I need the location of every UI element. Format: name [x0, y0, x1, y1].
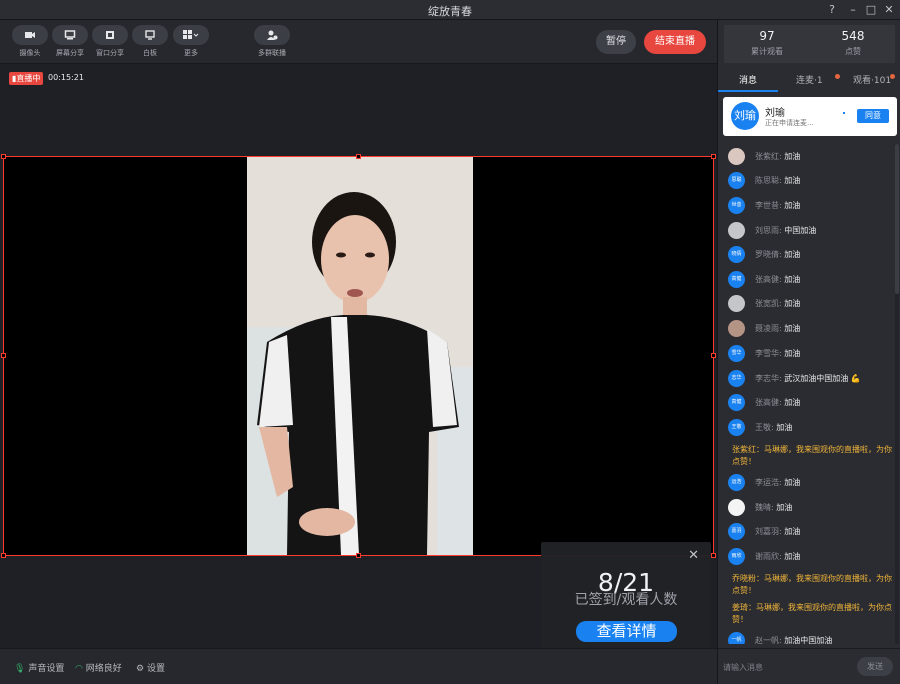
resize-handle-sw[interactable] [1, 553, 6, 558]
whiteboard-icon [145, 30, 155, 40]
settings-button[interactable]: ⚙ 设置 [136, 661, 165, 674]
avatar: 晓倩 [728, 246, 745, 263]
avatar: 雪华 [728, 345, 745, 362]
avatar: 一帆 [728, 632, 745, 644]
avatar: 雨欣 [728, 548, 745, 565]
scrollbar-thumb[interactable] [895, 144, 899, 294]
network-status: ◠ 网络良好 [75, 664, 122, 674]
avatar [728, 499, 745, 516]
avatar [728, 320, 745, 337]
window-title: 绽放青春 [428, 5, 472, 18]
avatar [728, 222, 745, 239]
status-bar: 🎙 声音设置 ◠ 网络良好 ⚙ 设置 [0, 648, 717, 684]
avatar: 王敬 [728, 419, 745, 436]
pause-button[interactable]: 暂停 [596, 30, 636, 54]
minimize-icon[interactable]: – [845, 2, 861, 18]
resize-handle-ne[interactable] [711, 154, 716, 159]
whiteboard-button[interactable]: 白板 [132, 25, 168, 59]
window-share-button[interactable]: 窗口分享 [92, 25, 128, 59]
tab-viewers[interactable]: 观看·101 [853, 73, 891, 86]
multi-group-label: 多群联播 [258, 49, 286, 57]
avatar: 运浩 [728, 474, 745, 491]
message-input-bar: 发送 [718, 648, 900, 684]
signin-subtitle: 已签到/观看人数 [574, 592, 678, 608]
live-duration: 00:15:21 [48, 73, 84, 82]
agree-button[interactable]: 同意 [857, 109, 889, 123]
stats-box: 97 累计观看 548 点赞 [724, 25, 895, 63]
screen-share-icon [64, 30, 76, 40]
avatar: 高健 [728, 271, 745, 288]
resize-handle-se[interactable] [711, 553, 716, 558]
avatar: 刘瑜 [731, 102, 759, 130]
avatar [728, 295, 745, 312]
wifi-icon: ◠ [75, 664, 83, 674]
grid-icon [183, 30, 199, 39]
gear-icon: ⚙ [136, 664, 145, 674]
notification-dot [835, 74, 840, 79]
message-list: 张紫红: 加油 思聪 陈思聪: 加油 世昔 李世昔: 加油 刘思雨: 中国加油 … [718, 144, 900, 644]
camera-icon [25, 32, 35, 38]
stat-views: 97 累计观看 [751, 29, 783, 56]
video-canvas[interactable] [3, 156, 714, 556]
loading-icon [843, 112, 845, 114]
cohost-request: 刘瑜 刘瑜 正在申请连麦... 同意 [723, 97, 897, 136]
avatar: 嘉羽 [728, 523, 745, 540]
maximize-icon[interactable]: □ [863, 2, 879, 18]
audio-settings[interactable]: 🎙 声音设置 [14, 661, 64, 674]
avatar: 志华 [728, 370, 745, 387]
more-button[interactable]: 更多 [173, 25, 209, 59]
resize-handle-s[interactable] [356, 553, 361, 558]
send-button[interactable]: 发送 [857, 657, 893, 676]
requester-name: 刘瑜 [765, 108, 785, 119]
live-badge: ▮直播中 [9, 72, 44, 85]
resize-handle-n[interactable] [356, 154, 361, 159]
more-label: 更多 [184, 49, 198, 57]
avatar: 高健 [728, 394, 745, 411]
resize-handle-w[interactable] [1, 353, 6, 358]
stat-likes: 548 点赞 [841, 29, 865, 56]
notification-dot [890, 74, 895, 79]
message-scrollbar[interactable] [895, 144, 899, 644]
system-message: 乔晓粉：马琳娜，我来围观你的直播啦，为你点赞！ [732, 574, 892, 595]
resize-handle-e[interactable] [711, 353, 716, 358]
view-detail-button[interactable]: 查看详情 [576, 621, 677, 642]
close-icon[interactable]: ✕ [881, 2, 897, 18]
avatar [728, 148, 745, 165]
microphone-icon: 🎙 [14, 664, 26, 674]
panel-tabs: 消息 连麦·1 观看·101 [718, 68, 900, 92]
camera-button[interactable]: 摄像头 [12, 25, 48, 59]
message-input[interactable] [723, 659, 843, 675]
help-icon[interactable]: ? [824, 2, 840, 18]
signin-card: ✕ 8/21 已签到/观看人数 查看详情 [541, 542, 711, 652]
end-live-button[interactable]: 结束直播 [644, 30, 706, 54]
avatar: 思聪 [728, 172, 745, 189]
side-panel: 97 累计观看 548 点赞 消息 连麦·1 观看·101 刘瑜 刘瑜 正在申请… [717, 20, 900, 684]
window-share-icon [106, 31, 114, 39]
tab-messages[interactable]: 消息 [739, 73, 757, 86]
title-bar: 绽放青春 ? – □ ✕ [0, 0, 900, 20]
resize-handle-nw[interactable] [1, 154, 6, 159]
active-tab-indicator [718, 90, 778, 92]
multi-group-icon [267, 30, 278, 40]
camera-feed [247, 157, 473, 555]
screen-share-button[interactable]: 屏幕分享 [52, 25, 88, 59]
system-message: 张紫红：马琳娜，我来围观你的直播啦，为你点赞！ [732, 445, 892, 466]
system-message: 姜琦：马琳娜，我来围观你的直播啦，为你点赞！ [732, 603, 892, 624]
avatar: 世昔 [728, 197, 745, 214]
multi-group-button[interactable]: 多群联播 [254, 25, 290, 59]
request-status: 正在申请连麦... [765, 119, 814, 127]
tab-co-host[interactable]: 连麦·1 [796, 73, 823, 86]
close-icon[interactable]: ✕ [688, 548, 699, 563]
